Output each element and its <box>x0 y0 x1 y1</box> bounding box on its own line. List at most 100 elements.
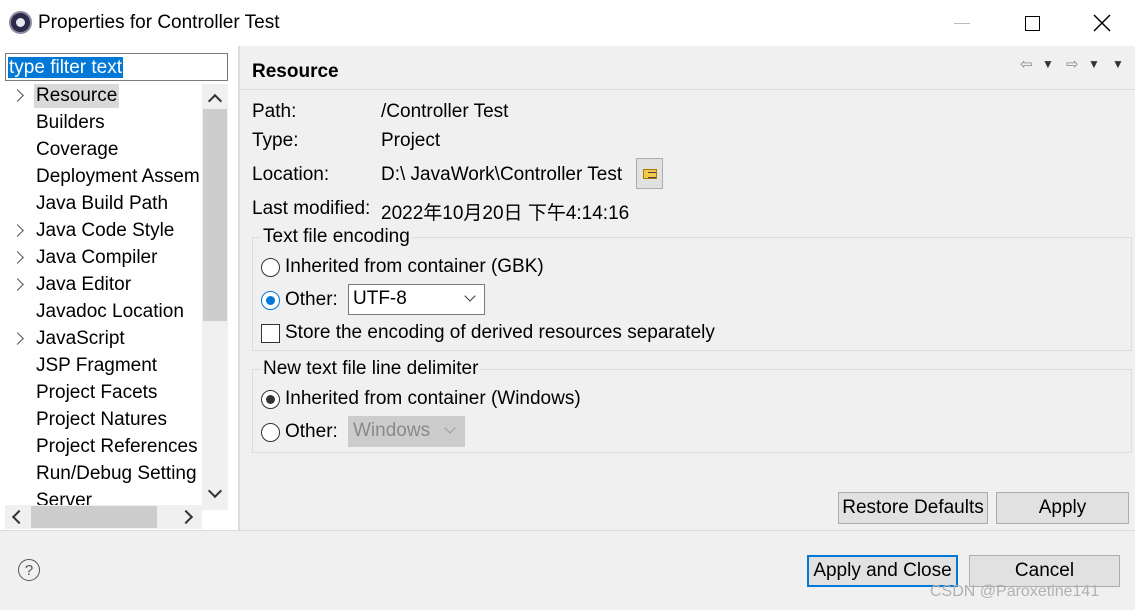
chevron-down-icon <box>444 422 456 434</box>
tree-item-resource[interactable]: Resource <box>5 84 202 111</box>
group-title: Text file encoding <box>261 226 412 248</box>
tree-item-deployment-assembly[interactable]: Deployment Assem <box>5 165 202 192</box>
tree-item-label: JSP Fragment <box>36 355 158 376</box>
forward-arrow-icon[interactable]: ⇨ <box>1066 55 1079 73</box>
title-separator <box>240 89 1135 90</box>
chevron-right-icon[interactable] <box>11 89 24 102</box>
last-modified-value: 2022年10月20日 下午4:14:16 <box>381 203 630 224</box>
tree-item-java-editor[interactable]: Java Editor <box>5 273 202 300</box>
back-arrow-icon[interactable]: ⇦ <box>1020 55 1033 73</box>
delimiter-select-value: Windows <box>353 420 431 441</box>
maximize-button[interactable] <box>997 0 1067 46</box>
close-button[interactable] <box>1067 0 1135 46</box>
type-value: Project <box>381 130 441 151</box>
delimiter-select: Windows <box>348 416 465 447</box>
view-menu-icon[interactable]: ▼ <box>1112 57 1124 71</box>
scrollbar-thumb[interactable] <box>31 506 157 528</box>
chevron-right-icon[interactable] <box>11 251 24 264</box>
close-icon <box>1093 14 1111 32</box>
encoding-inherited-radio[interactable] <box>261 258 280 277</box>
path-label: Path: <box>252 101 297 122</box>
tree-item-label: Resource <box>34 84 120 108</box>
left-pane: type filter text Resource Builders Cover… <box>0 46 238 530</box>
title-bar: Properties for Controller Test <box>0 0 1135 46</box>
tree-item-run-debug-settings[interactable]: Run/Debug Setting <box>5 462 202 489</box>
chevron-right-icon[interactable] <box>11 224 24 237</box>
tree-item-label: Project References <box>36 436 198 457</box>
apply-button[interactable]: Apply <box>996 492 1129 524</box>
minimize-button[interactable] <box>927 0 997 46</box>
tree-item-project-facets[interactable]: Project Facets <box>5 381 202 408</box>
filter-input[interactable]: type filter text <box>5 53 228 81</box>
folder-open-icon <box>642 168 657 179</box>
tree-item-java-code-style[interactable]: Java Code Style <box>5 219 202 246</box>
group-title: New text file line delimiter <box>261 358 481 380</box>
tree-item-javadoc-location[interactable]: Javadoc Location <box>5 300 202 327</box>
tree-item-project-natures[interactable]: Project Natures <box>5 408 202 435</box>
scroll-right-icon[interactable] <box>178 509 194 525</box>
store-encoding-checkbox[interactable] <box>261 324 280 343</box>
tree-item-label: Run/Debug Setting <box>36 463 197 484</box>
tree-item-label: Java Compiler <box>36 247 158 268</box>
tree-vertical-scrollbar[interactable] <box>202 84 228 510</box>
chevron-right-icon[interactable] <box>11 332 24 345</box>
tree-item-label: Project Facets <box>36 382 158 403</box>
tree-item-label: Java Editor <box>36 274 132 295</box>
encoding-select[interactable]: UTF-8 <box>348 284 485 315</box>
tree-item-java-build-path[interactable]: Java Build Path <box>5 192 202 219</box>
dialog-button-bar: ? Apply and Close Cancel CSDN @Paroxetin… <box>0 530 1135 610</box>
delimiter-inherited-label[interactable]: Inherited from container (Windows) <box>285 388 581 410</box>
watermark: CSDN @Paroxetine141 <box>930 583 1100 600</box>
tree-item-label: Coverage <box>36 139 119 160</box>
scroll-down-icon[interactable] <box>207 483 223 499</box>
tree-item-coverage[interactable]: Coverage <box>5 138 202 165</box>
tree-item-label: Builders <box>36 112 105 133</box>
window-title: Properties for Controller Test <box>38 12 280 33</box>
tree-item-label: Java Code Style <box>36 220 175 241</box>
encoding-other-label[interactable]: Other: <box>285 289 338 311</box>
tree-item-jsp-fragment[interactable]: JSP Fragment <box>5 354 202 381</box>
properties-page: Resource ⇦ ▼ ⇨ ▼ ▼ Path: /Controller Tes… <box>240 46 1135 530</box>
encoding-inherited-label[interactable]: Inherited from container (GBK) <box>285 256 544 278</box>
filter-input-text: type filter text <box>8 57 123 78</box>
last-modified-label: Last modified: <box>252 198 371 219</box>
text-file-encoding-group: Text file encoding Inherited from contai… <box>252 226 1132 351</box>
location-label: Location: <box>252 164 330 185</box>
tree-item-label: JavaScript <box>36 328 125 349</box>
page-title: Resource <box>252 61 339 82</box>
store-encoding-label[interactable]: Store the encoding of derived resources … <box>285 322 715 344</box>
eclipse-gear-icon <box>9 11 32 34</box>
chevron-down-icon <box>464 290 476 302</box>
page-navigation: ⇦ ▼ ⇨ ▼ ▼ <box>1020 55 1130 75</box>
minimize-icon <box>954 22 970 24</box>
scroll-left-icon[interactable] <box>11 509 27 525</box>
back-menu-chevron-icon[interactable]: ▼ <box>1042 57 1054 71</box>
property-tree: Resource Builders Coverage Deployment As… <box>5 84 202 510</box>
forward-menu-chevron-icon[interactable]: ▼ <box>1088 57 1100 71</box>
scrollbar-thumb[interactable] <box>203 109 227 321</box>
tree-item-label: Project Natures <box>36 409 167 430</box>
line-delimiter-group: New text file line delimiter Inherited f… <box>252 358 1132 453</box>
type-label: Type: <box>252 130 299 151</box>
encoding-other-radio[interactable] <box>261 291 280 310</box>
scroll-up-icon[interactable] <box>207 93 223 109</box>
show-in-explorer-button[interactable] <box>636 158 663 189</box>
delimiter-other-label[interactable]: Other: <box>285 421 338 443</box>
tree-item-builders[interactable]: Builders <box>5 111 202 138</box>
tree-item-label: Java Build Path <box>36 193 169 214</box>
tree-item-project-references[interactable]: Project References <box>5 435 202 462</box>
encoding-select-value: UTF-8 <box>353 288 407 309</box>
tree-item-java-compiler[interactable]: Java Compiler <box>5 246 202 273</box>
tree-horizontal-scrollbar[interactable] <box>5 505 202 529</box>
delimiter-inherited-radio[interactable] <box>261 390 280 409</box>
chevron-right-icon[interactable] <box>11 278 24 291</box>
tree-item-label: Deployment Assem <box>36 166 200 187</box>
delimiter-other-radio[interactable] <box>261 423 280 442</box>
location-value: D:\ JavaWork\Controller Test <box>381 164 623 185</box>
tree-item-javascript[interactable]: JavaScript <box>5 327 202 354</box>
tree-item-label: Javadoc Location <box>36 301 184 322</box>
path-value: /Controller Test <box>381 101 509 122</box>
help-icon[interactable]: ? <box>18 559 40 581</box>
restore-defaults-button[interactable]: Restore Defaults <box>838 492 988 524</box>
maximize-icon <box>1024 15 1040 31</box>
